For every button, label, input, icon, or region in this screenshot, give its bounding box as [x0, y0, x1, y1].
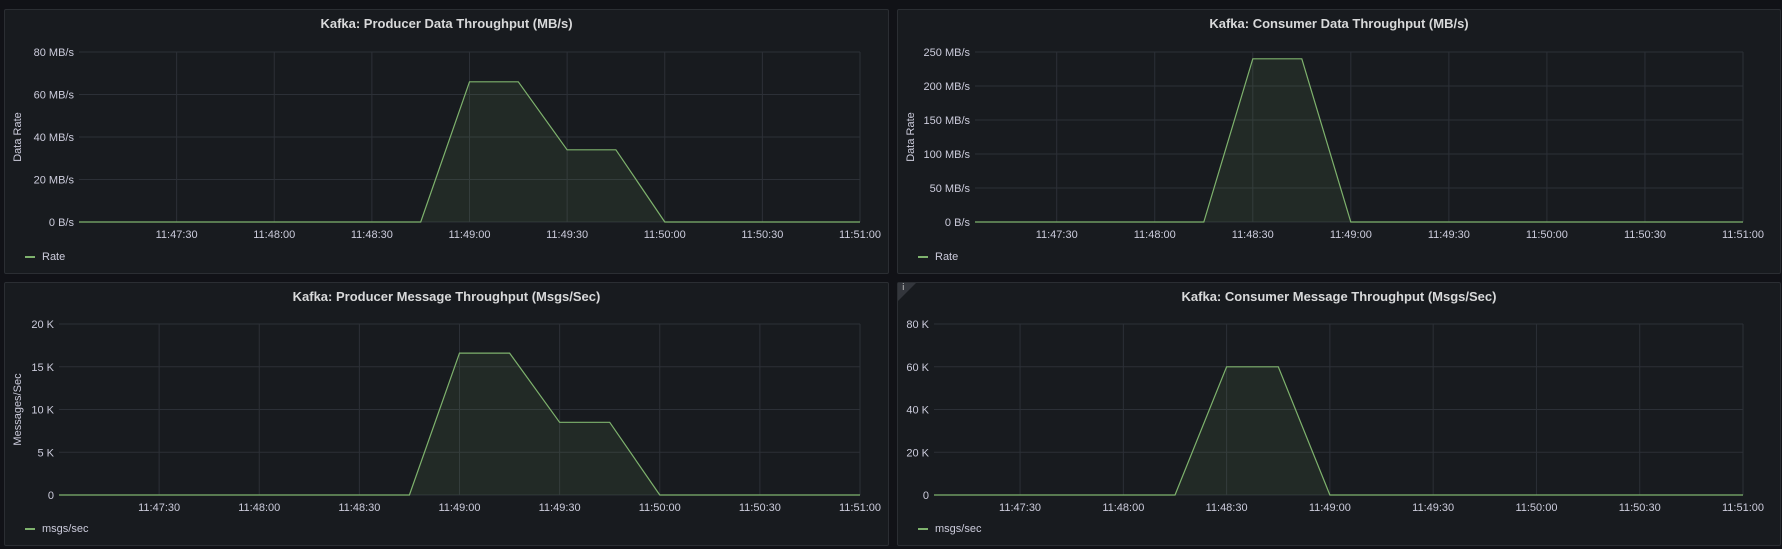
x-tick-label: 11:47:30 [156, 229, 198, 241]
x-tick-label: 11:49:30 [1412, 502, 1454, 514]
legend-label: Rate [42, 251, 66, 263]
y-tick-label: 20 MB/s [34, 175, 75, 187]
x-tick-label: 11:47:30 [1036, 229, 1078, 241]
y-tick-label: 150 MB/s [924, 115, 971, 127]
x-tick-label: 11:48:30 [1206, 502, 1248, 514]
y-axis-label: Messages/Sec [12, 373, 24, 446]
x-tick-label: 11:48:00 [1102, 502, 1144, 514]
legend-swatch [918, 528, 928, 530]
x-tick-label: 11:51:00 [1722, 502, 1764, 514]
x-tick-label: 11:50:30 [1624, 229, 1666, 241]
y-tick-label: 250 MB/s [924, 47, 971, 59]
x-tick-label: 11:48:00 [238, 502, 280, 514]
series-line [975, 58, 1743, 223]
x-tick-label: 11:49:30 [546, 229, 588, 241]
x-tick-label: 11:49:00 [448, 229, 490, 241]
y-tick-label: 0 B/s [945, 217, 971, 229]
x-tick-label: 11:50:30 [739, 502, 781, 514]
producer-data-throughput-panel: Kafka: Producer Data Throughput (MB/s) 0… [4, 9, 889, 274]
series-area [59, 353, 860, 495]
legend-label: Rate [935, 251, 959, 263]
x-tick-label: 11:50:30 [741, 229, 783, 241]
consumer-data-throughput-chart[interactable]: 0 B/s 50 MB/s 100 MB/s 150 MB/s 200 MB/s 250 … [898, 10, 1780, 273]
series-line [934, 366, 1743, 496]
y-tick-label: 60 MB/s [34, 90, 75, 102]
x-tick-label: 11:51:00 [1722, 229, 1764, 241]
x-tick-label: 11:48:30 [1232, 229, 1274, 241]
y-tick-label: 80 K [906, 319, 929, 331]
y-tick-label: 15 K [31, 362, 54, 374]
x-tick-label: 11:48:00 [1134, 229, 1176, 241]
producer-message-throughput-panel: Kafka: Producer Message Throughput (Msgs… [4, 282, 889, 546]
y-tick-label: 40 MB/s [34, 132, 75, 144]
y-tick-label: 20 K [906, 447, 929, 459]
consumer-message-throughput-chart[interactable]: 0 20 K 40 K 60 K 80 K 11:47:30 11:48:00 11:48:3… [898, 283, 1780, 545]
consumer-data-throughput-panel: Kafka: Consumer Data Throughput (MB/s) 0… [897, 9, 1781, 274]
legend[interactable]: msgs/sec [25, 523, 88, 535]
y-tick-label: 10 K [31, 405, 54, 417]
producer-message-throughput-chart[interactable]: 0 5 K 10 K 15 K 20 K 11:47:30 11:48:00 11:48:30… [5, 283, 888, 545]
x-tick-label: 11:49:00 [1330, 229, 1372, 241]
y-tick-label: 20 K [31, 319, 54, 331]
y-tick-label: 0 [48, 490, 54, 502]
y-tick-label: 200 MB/s [924, 81, 971, 93]
y-axis-label: Data Rate [905, 112, 917, 162]
y-tick-label: 0 [923, 490, 929, 502]
x-tick-label: 11:47:30 [999, 502, 1041, 514]
legend[interactable]: msgs/sec [918, 523, 981, 535]
x-tick-label: 11:50:00 [644, 229, 686, 241]
x-tick-label: 11:49:30 [1428, 229, 1470, 241]
legend[interactable]: Rate [25, 251, 65, 263]
y-tick-label: 0 B/s [49, 217, 75, 229]
y-tick-label: 50 MB/s [930, 183, 971, 195]
producer-data-throughput-chart[interactable]: 0 B/s 20 MB/s 40 MB/s 60 MB/s 80 MB/s 11:47:3… [5, 10, 888, 273]
y-tick-label: 60 K [906, 362, 929, 374]
legend-swatch [25, 528, 35, 530]
x-tick-label: 11:49:00 [1309, 502, 1351, 514]
legend-label: msgs/sec [935, 523, 982, 535]
consumer-message-throughput-panel: i Kafka: Consumer Message Throughput (Ms… [897, 282, 1781, 546]
x-tick-label: 11:49:30 [539, 502, 581, 514]
x-tick-label: 11:50:30 [1619, 502, 1661, 514]
x-tick-label: 11:48:00 [253, 229, 295, 241]
legend-label: msgs/sec [42, 523, 89, 535]
y-tick-label: 80 MB/s [34, 47, 75, 59]
legend[interactable]: Rate [918, 251, 958, 263]
legend-swatch [918, 256, 928, 258]
x-tick-label: 11:51:00 [839, 229, 881, 241]
x-tick-label: 11:50:00 [1526, 229, 1568, 241]
y-tick-label: 100 MB/s [924, 149, 971, 161]
legend-swatch [25, 256, 35, 258]
series-area [79, 81, 860, 222]
series-area [934, 366, 1743, 495]
y-tick-label: 5 K [37, 447, 54, 459]
series-area [975, 58, 1743, 222]
x-tick-label: 11:47:30 [138, 502, 180, 514]
x-tick-label: 11:48:30 [351, 229, 393, 241]
x-tick-label: 11:48:30 [338, 502, 380, 514]
y-axis-label: Data Rate [12, 112, 24, 162]
x-tick-label: 11:50:00 [639, 502, 681, 514]
y-tick-label: 40 K [906, 405, 929, 417]
x-tick-label: 11:50:00 [1515, 502, 1557, 514]
x-tick-label: 11:51:00 [839, 502, 881, 514]
x-tick-label: 11:49:00 [438, 502, 480, 514]
